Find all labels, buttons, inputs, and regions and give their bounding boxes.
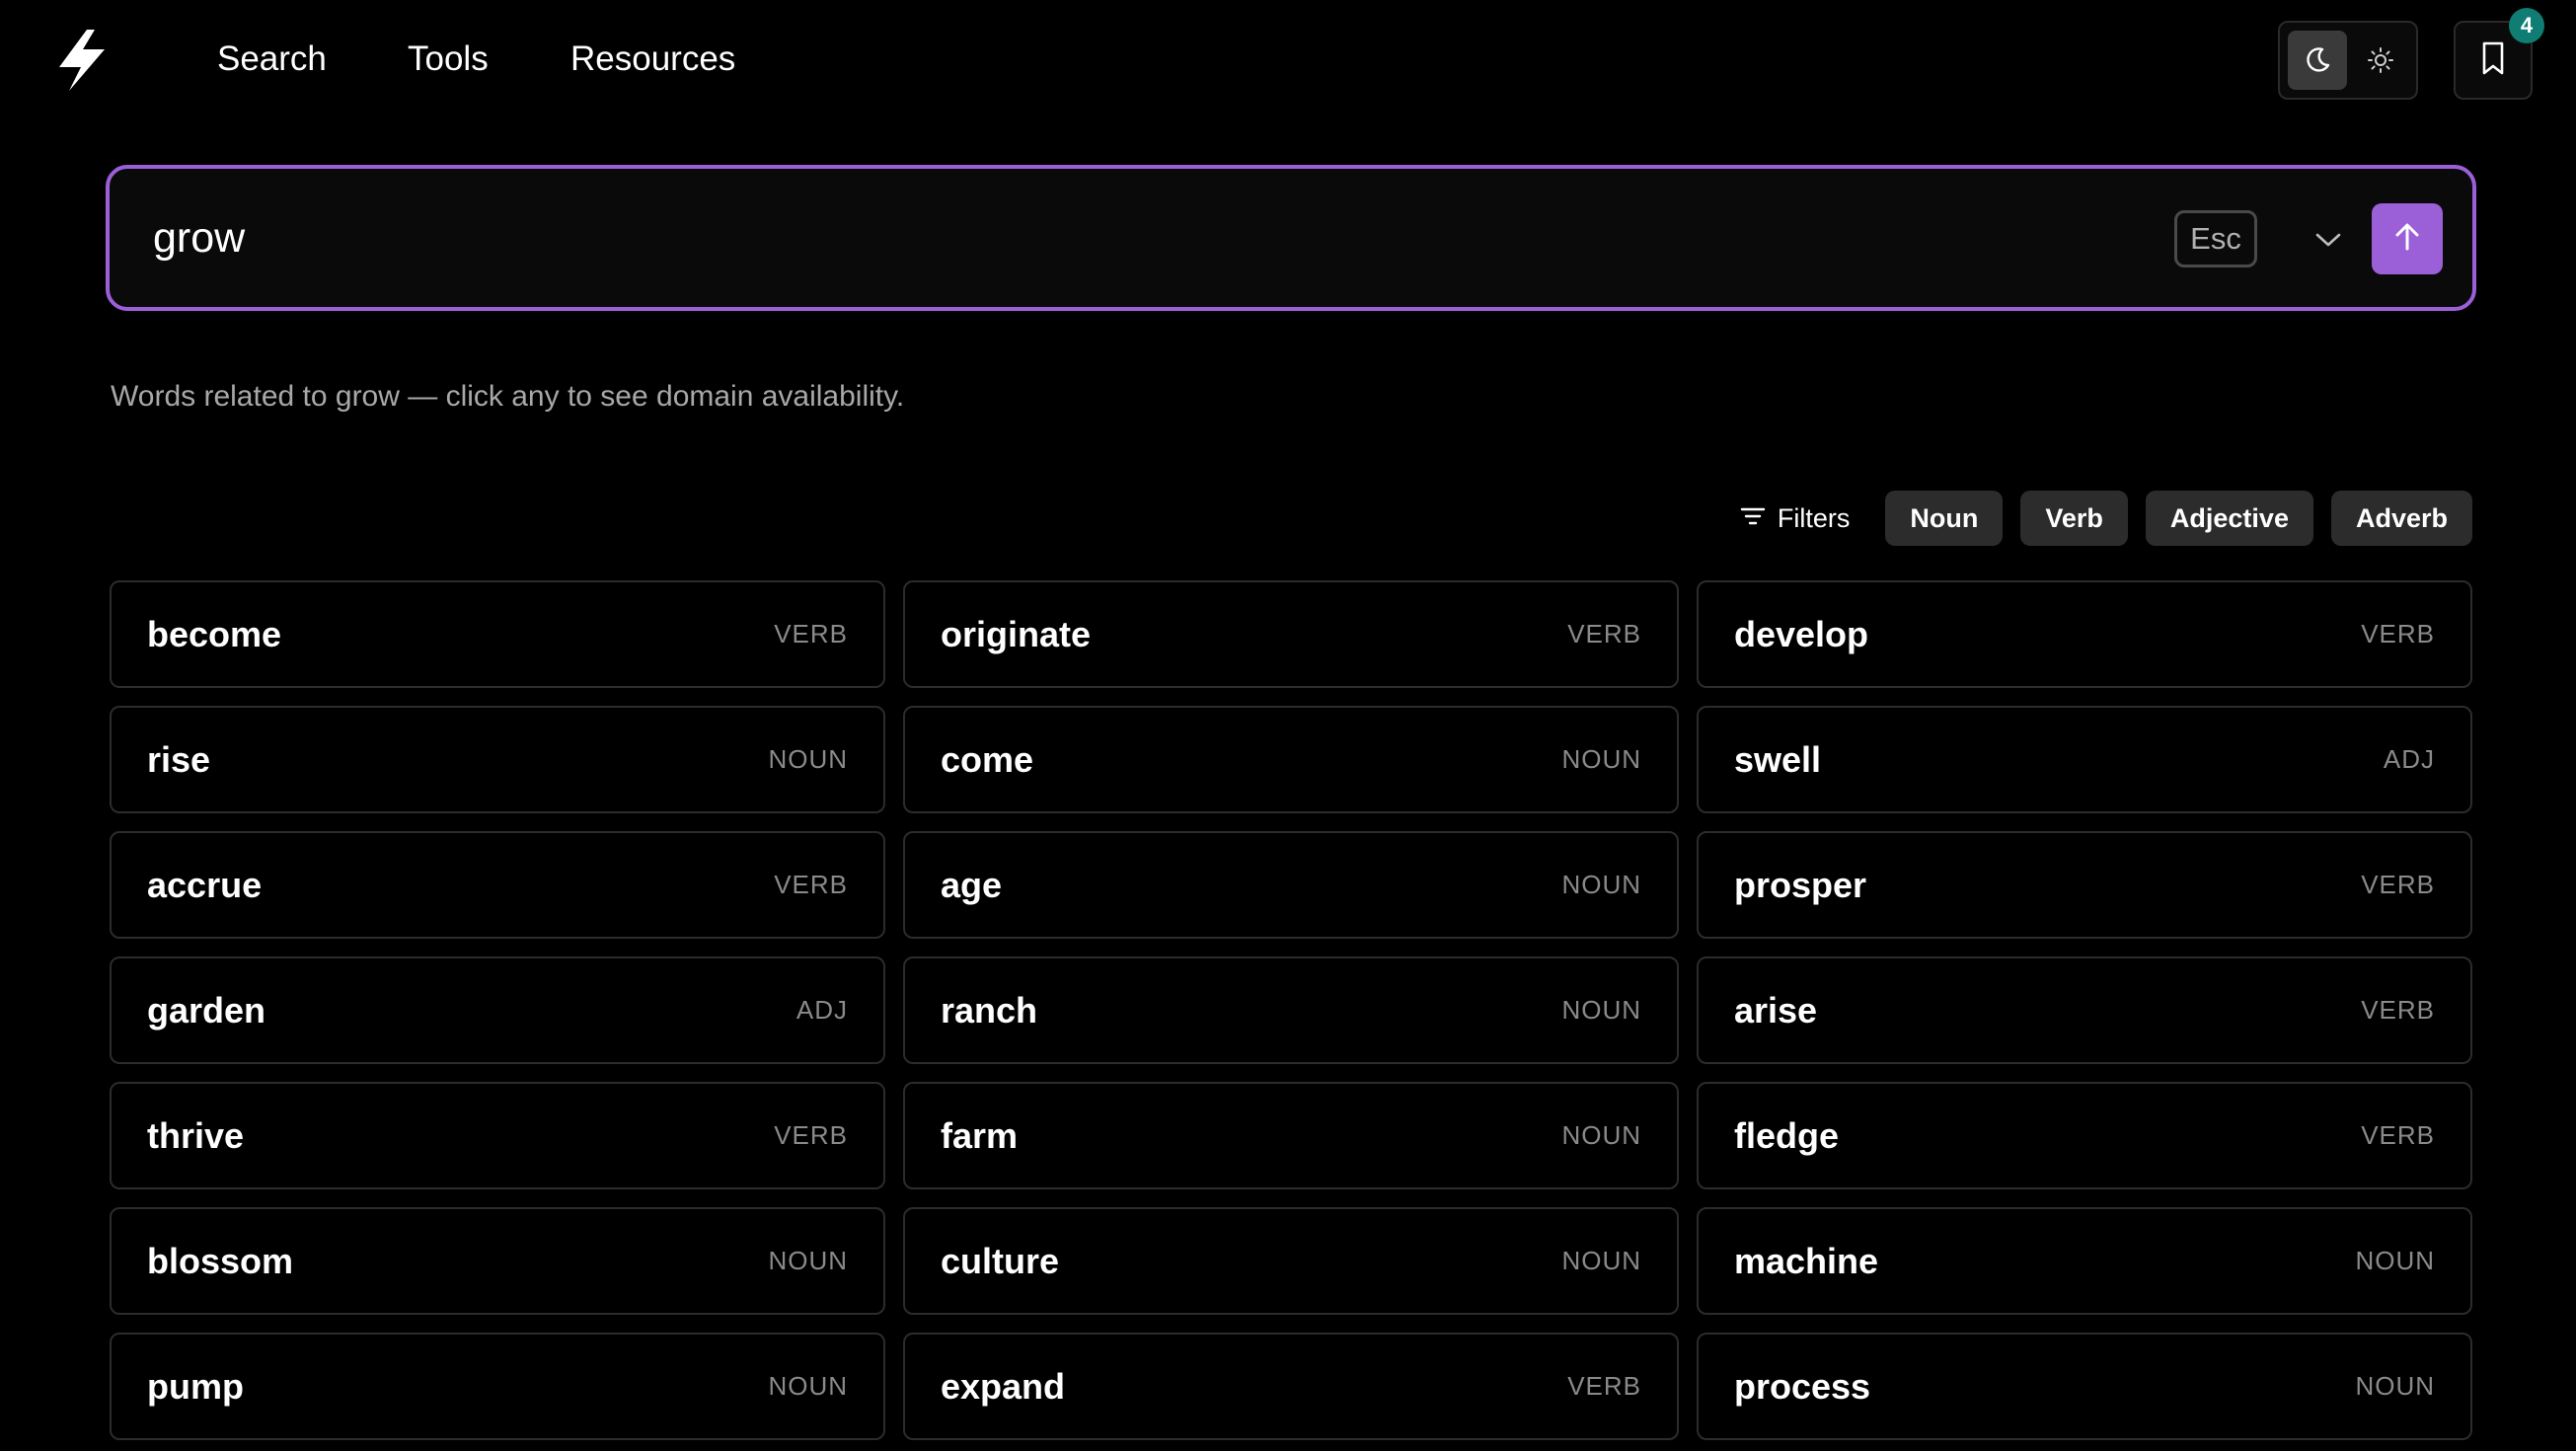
part-of-speech-tag: NOUN <box>1561 744 1641 774</box>
filter-chip-noun[interactable]: Noun <box>1885 491 2004 546</box>
word-card[interactable]: pump NOUN <box>110 1333 885 1440</box>
part-of-speech-tag: VERB <box>2361 1120 2435 1150</box>
word-label: age <box>941 864 1003 905</box>
filter-chip-adverb[interactable]: Adverb <box>2330 491 2472 546</box>
word-card[interactable]: come NOUN <box>903 706 1679 813</box>
part-of-speech-tag: VERB <box>2361 995 2435 1025</box>
word-label: expand <box>941 1365 1066 1407</box>
filters-button[interactable]: Filters <box>1740 502 1851 534</box>
filter-icon <box>1740 503 1766 534</box>
word-label: prosper <box>1734 864 1867 905</box>
part-of-speech-tag: NOUN <box>768 744 848 774</box>
word-card[interactable]: age NOUN <box>903 831 1679 939</box>
word-label: become <box>147 613 282 654</box>
sun-icon[interactable] <box>2351 31 2410 90</box>
part-of-speech-tag: NOUN <box>2355 1371 2435 1401</box>
part-of-speech-tag: NOUN <box>768 1371 848 1401</box>
part-of-speech-tag: NOUN <box>1561 1120 1641 1150</box>
lightning-bolt-icon[interactable] <box>51 28 113 93</box>
part-of-speech-tag: NOUN <box>1561 870 1641 899</box>
word-label: arise <box>1734 989 1818 1031</box>
nav-link-resources[interactable]: Resources <box>570 36 735 83</box>
esc-button[interactable]: Esc <box>2174 210 2257 267</box>
nav-link-tools[interactable]: Tools <box>408 36 489 83</box>
word-card[interactable]: fledge VERB <box>1697 1082 2472 1189</box>
word-card[interactable]: culture NOUN <box>903 1207 1679 1315</box>
word-label: garden <box>147 989 266 1031</box>
word-label: process <box>1734 1365 1871 1407</box>
filter-bar: Filters Noun Verb Adjective Adverb <box>1740 491 2472 546</box>
part-of-speech-tag: NOUN <box>1561 1246 1641 1275</box>
word-label: machine <box>1734 1240 1879 1281</box>
part-of-speech-tag: VERB <box>1567 619 1641 649</box>
bookmark-icon <box>2477 40 2509 81</box>
part-of-speech-tag: ADJ <box>796 995 848 1025</box>
word-label: accrue <box>147 864 263 905</box>
word-card[interactable]: farm NOUN <box>903 1082 1679 1189</box>
word-card[interactable]: expand VERB <box>903 1333 1679 1440</box>
part-of-speech-tag: ADJ <box>2383 744 2435 774</box>
part-of-speech-tag: VERB <box>774 619 848 649</box>
part-of-speech-tag: NOUN <box>2355 1246 2435 1275</box>
word-label: thrive <box>147 1114 245 1156</box>
word-label: culture <box>941 1240 1060 1281</box>
word-label: ranch <box>941 989 1038 1031</box>
word-card[interactable]: process NOUN <box>1697 1333 2472 1440</box>
word-label: originate <box>941 613 1092 654</box>
word-label: fledge <box>1734 1114 1840 1156</box>
word-label: swell <box>1734 738 1822 780</box>
top-nav: Search Tools Resources 4 <box>0 0 2576 118</box>
part-of-speech-tag: NOUN <box>768 1246 848 1275</box>
word-card[interactable]: thrive VERB <box>110 1082 885 1189</box>
results-grid: become VERB originate VERB develop VERB ris… <box>110 580 2472 1440</box>
word-card[interactable]: arise VERB <box>1697 956 2472 1064</box>
part-of-speech-tag: NOUN <box>1561 995 1641 1025</box>
search-input[interactable] <box>153 208 2028 267</box>
word-card[interactable]: blossom NOUN <box>110 1207 885 1315</box>
moon-icon[interactable] <box>2288 31 2347 90</box>
word-label: farm <box>941 1114 1019 1156</box>
word-label: blossom <box>147 1240 294 1281</box>
word-label: rise <box>147 738 211 780</box>
nav-link-search[interactable]: Search <box>217 36 327 83</box>
word-label: pump <box>147 1365 244 1407</box>
word-label: come <box>941 738 1034 780</box>
part-of-speech-tag: VERB <box>1567 1371 1641 1401</box>
filters-label: Filters <box>1777 502 1851 533</box>
word-card[interactable]: become VERB <box>110 580 885 688</box>
chevron-down-icon[interactable] <box>2301 212 2356 267</box>
filter-chip-verb[interactable]: Verb <box>2020 491 2128 546</box>
word-card[interactable]: prosper VERB <box>1697 831 2472 939</box>
part-of-speech-tag: VERB <box>774 1120 848 1150</box>
bookmark-count-badge: 4 <box>2509 8 2544 43</box>
results-hint: Words related to grow — click any to see… <box>111 380 905 413</box>
part-of-speech-tag: VERB <box>774 870 848 899</box>
word-card[interactable]: originate VERB <box>903 580 1679 688</box>
word-card[interactable]: accrue VERB <box>110 831 885 939</box>
part-of-speech-tag: VERB <box>2361 870 2435 899</box>
word-card[interactable]: swell ADJ <box>1697 706 2472 813</box>
word-card[interactable]: rise NOUN <box>110 706 885 813</box>
part-of-speech-tag: VERB <box>2361 619 2435 649</box>
filter-chip-adjective[interactable]: Adjective <box>2145 491 2313 546</box>
word-card[interactable]: ranch NOUN <box>903 956 1679 1064</box>
submit-button[interactable] <box>2372 203 2443 274</box>
word-card[interactable]: machine NOUN <box>1697 1207 2472 1315</box>
arrow-up-icon <box>2392 221 2422 258</box>
search-box: Esc <box>106 165 2476 311</box>
theme-toggle <box>2278 21 2418 100</box>
word-label: develop <box>1734 613 1869 654</box>
word-card[interactable]: develop VERB <box>1697 580 2472 688</box>
word-card[interactable]: garden ADJ <box>110 956 885 1064</box>
